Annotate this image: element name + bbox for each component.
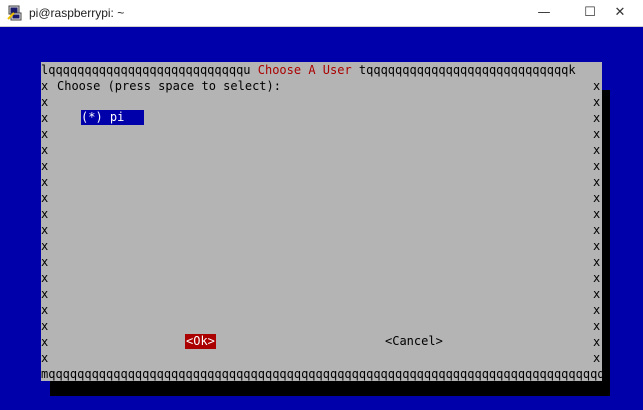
user-list-item-pi[interactable]: (*) pi bbox=[81, 110, 144, 125]
dialog-border-right-char: x bbox=[593, 111, 601, 125]
dialog-border-left-char: x bbox=[41, 351, 49, 365]
close-icon: ✕ bbox=[614, 5, 626, 20]
maximize-icon: ☐ bbox=[584, 5, 596, 20]
dialog-border-bottom: mqqqqqqqqqqqqqqqqqqqqqqqqqqqqqqqqqqqqqqq… bbox=[41, 367, 602, 381]
putty-icon bbox=[7, 5, 22, 21]
border-top-right: tqqqqqqqqqqqqqqqqqqqqqqqqqqqqk bbox=[351, 63, 576, 77]
dialog-border-right-char: x bbox=[593, 223, 601, 237]
window-titlebar[interactable]: pi@raspberrypi: ~ — ☐ ✕ bbox=[0, 0, 643, 27]
dialog-title: Choose A User bbox=[257, 63, 352, 77]
dialog-border-right-char: x bbox=[593, 351, 601, 365]
cancel-button[interactable]: <Cancel> bbox=[385, 334, 443, 349]
dialog-border-left-char: x bbox=[41, 255, 49, 269]
dialog-border-right-char: x bbox=[593, 191, 601, 205]
ok-button[interactable]: <Ok> bbox=[185, 334, 216, 349]
close-button[interactable]: ✕ bbox=[597, 0, 643, 26]
dialog-border-right-char: x bbox=[593, 255, 601, 269]
dialog-border-left-char: x bbox=[41, 111, 49, 125]
dialog-border-left-char: x bbox=[41, 175, 49, 189]
dialog-border-top: lqqqqqqqqqqqqqqqqqqqqqqqqqqqu Choose A U… bbox=[41, 62, 602, 78]
dialog-border-right-char: x bbox=[593, 319, 601, 333]
dialog-border-right-char: x bbox=[593, 95, 601, 109]
dialog-border-left-char: x bbox=[41, 287, 49, 301]
dialog-border-right-char: x bbox=[593, 335, 601, 349]
dialog-border-left-char: x bbox=[41, 239, 49, 253]
dialog-border-right-char: x bbox=[593, 239, 601, 253]
dialog-border-left-char: x bbox=[41, 143, 49, 157]
dialog-border-right-char: x bbox=[593, 303, 601, 317]
dialog-border-right-char: x bbox=[593, 159, 601, 173]
border-top-left: lqqqqqqqqqqqqqqqqqqqqqqqqqqqu bbox=[41, 63, 258, 77]
minimize-icon: — bbox=[537, 5, 551, 20]
dialog-border-left-char: x bbox=[41, 127, 49, 141]
dialog-border-right-char: x bbox=[593, 127, 601, 141]
dialog-border-right-char: x bbox=[593, 79, 601, 93]
dialog-border-left-char: x bbox=[41, 303, 49, 317]
window-title: pi@raspberrypi: ~ bbox=[29, 6, 125, 20]
dialog-border-left-char: x bbox=[41, 319, 49, 333]
dialog-border-right-char: x bbox=[593, 271, 601, 285]
dialog-border-left-char: x bbox=[41, 159, 49, 173]
dialog-border-right-char: x bbox=[593, 143, 601, 157]
dialog-border-left-char: x bbox=[41, 223, 49, 237]
minimize-button[interactable]: — bbox=[521, 0, 567, 26]
dialog-border-right-char: x bbox=[593, 287, 601, 301]
dialog-border-left-char: x bbox=[41, 191, 49, 205]
dialog-border-left-char: x bbox=[41, 271, 49, 285]
dialog-shadow-right bbox=[601, 90, 610, 396]
dialog-border-right-char: x bbox=[593, 207, 601, 221]
dialog-border-right-char: x bbox=[593, 175, 601, 189]
dialog-prompt: Choose (press space to select): bbox=[57, 79, 281, 93]
dialog-border-left-char: x bbox=[41, 335, 49, 349]
dialog-border-left-char: x bbox=[41, 79, 49, 93]
dialog-border-left-char: x bbox=[41, 95, 49, 109]
dialog-border-left-char: x bbox=[41, 207, 49, 221]
